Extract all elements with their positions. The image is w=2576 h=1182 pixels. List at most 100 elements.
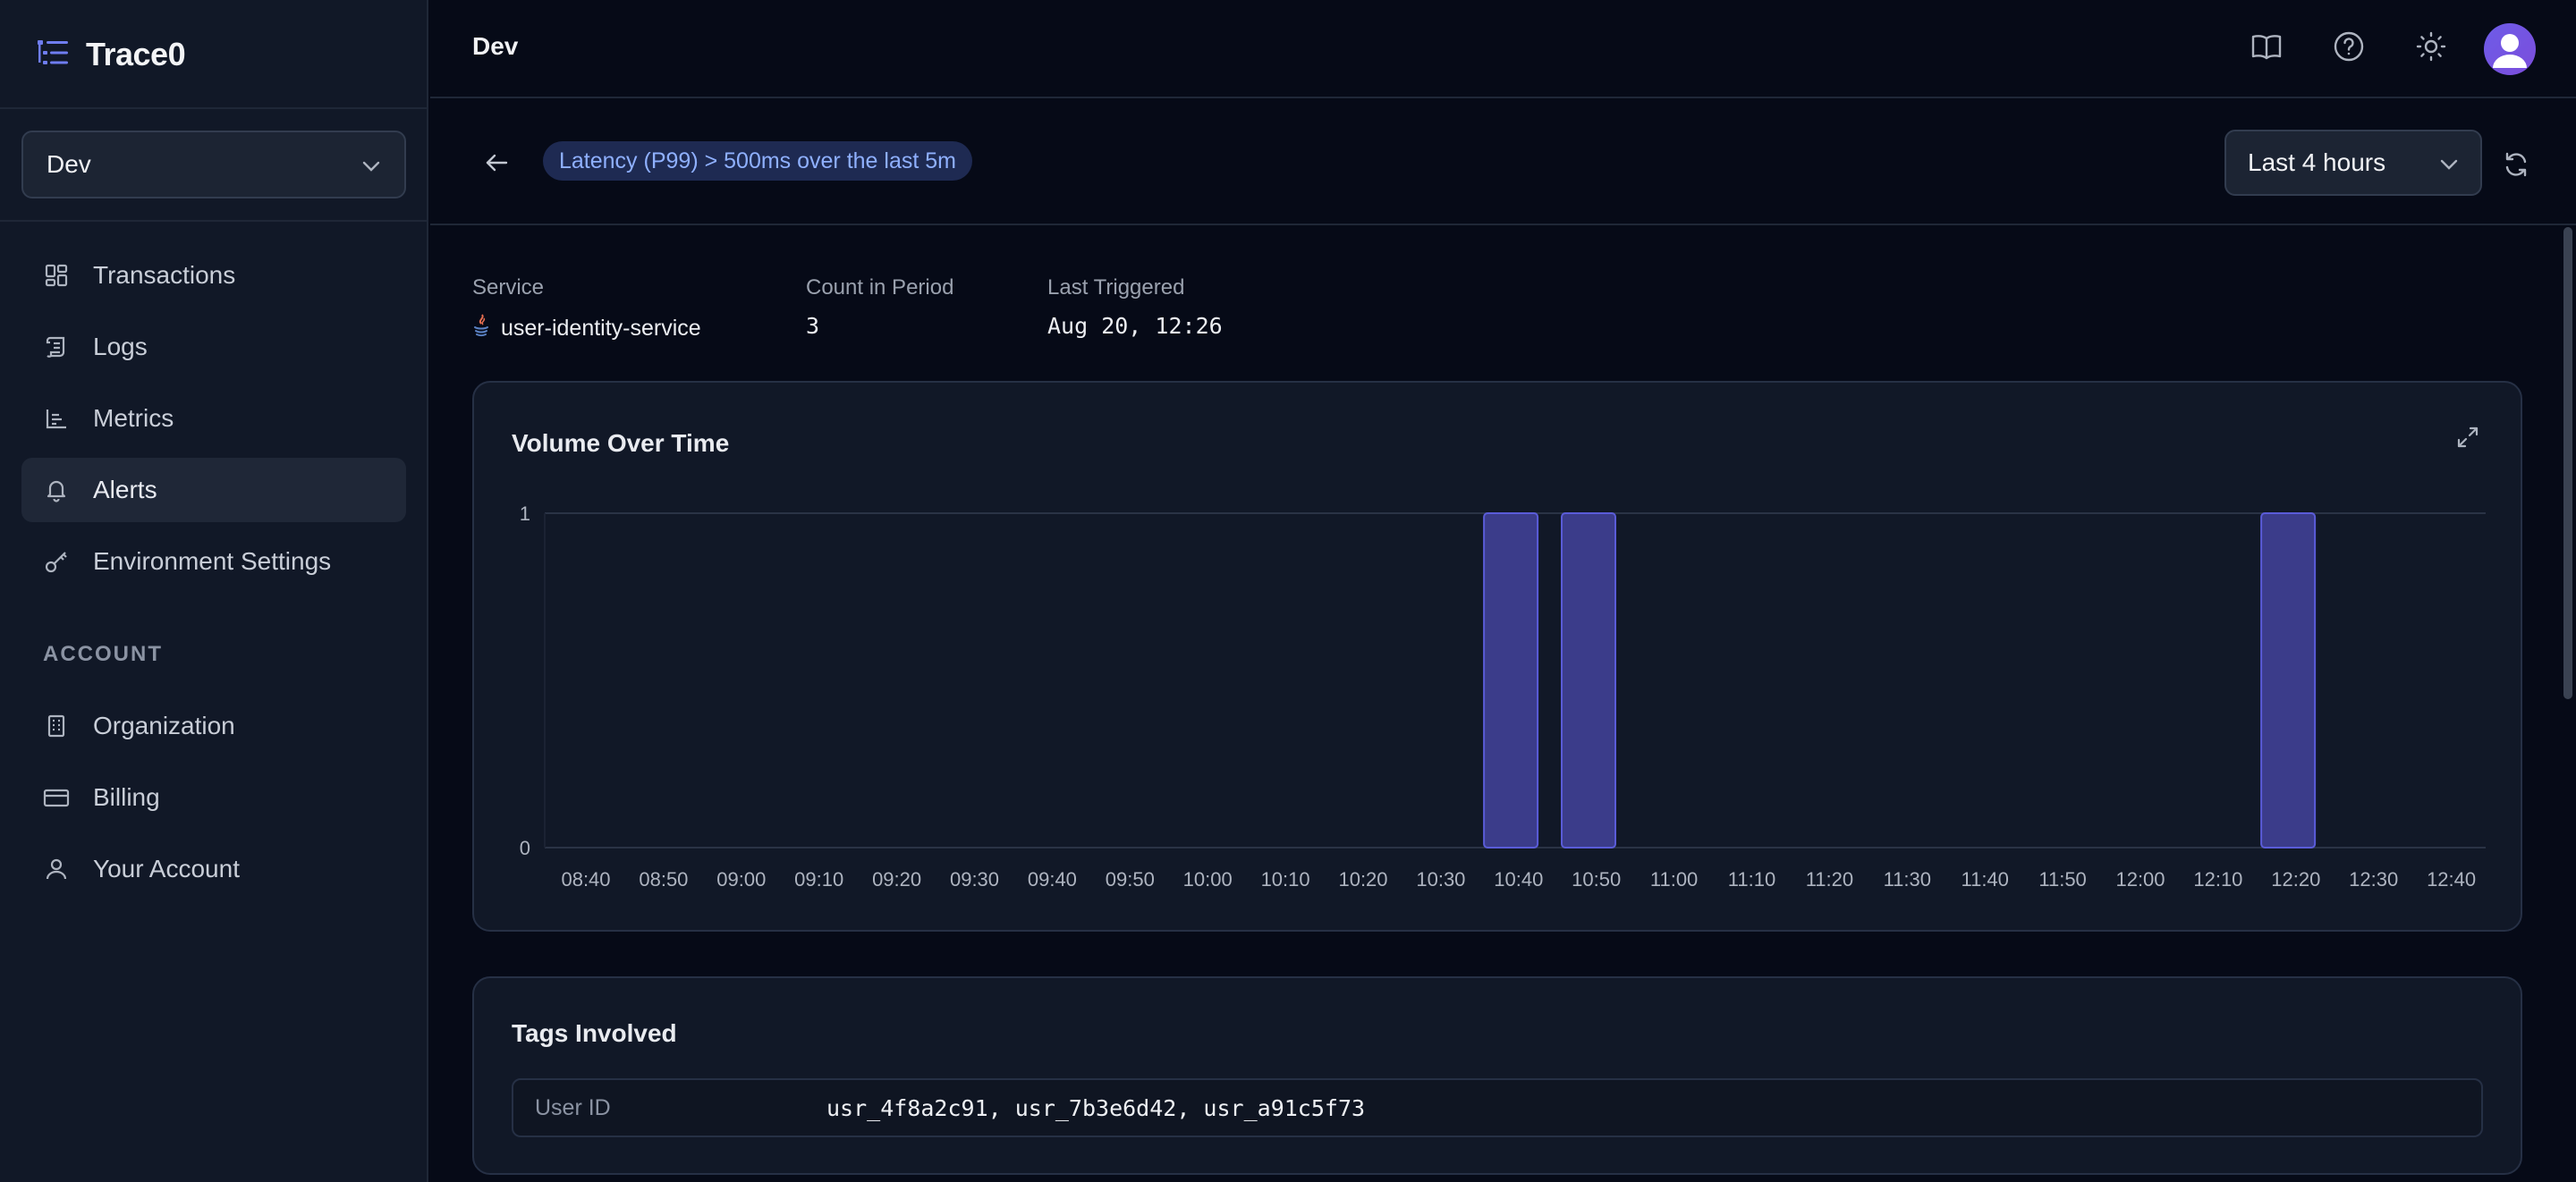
x-tick-label: 10:10 [1261,868,1310,891]
alert-name-badge: Latency (P99) > 500ms over the last 5m [543,141,972,181]
time-range-select[interactable]: Last 4 hours [2224,130,2482,196]
count-meta: Count in Period 3 [806,275,953,339]
nav-item-your-account[interactable]: Your Account [21,837,406,901]
x-tick-label: 12:40 [2427,868,2476,891]
nav-label: Alerts [93,476,157,503]
volume-chart: 0 1 08:40 08:50 09:00 09:10 09:20 09:30 09:40 09:… [520,502,2486,891]
tags-involved-card: Tags Involved User ID usr_4f8a2c91, usr_… [472,976,2522,1175]
building-icon [43,713,70,739]
page-title: Dev [472,32,519,60]
x-tick-label: 10:50 [1572,868,1621,891]
service-value-row: user-identity-service [472,313,701,344]
bar [2260,512,2317,849]
alert-header: Latency (P99) > 500ms over the last 5m L… [430,100,2576,225]
tag-value[interactable]: usr_4f8a2c91, usr_7b3e6d42, usr_a91c5f73 [826,1095,1365,1121]
x-tick-label: 11:00 [1650,868,1698,891]
bar-chart-icon [43,405,70,432]
x-tick-label: 11:50 [2038,868,2086,891]
scrollbar-thumb[interactable] [2563,227,2572,699]
bar [1483,512,1539,849]
theme-sun-icon[interactable] [2411,27,2451,66]
chevron-down-icon [2439,148,2459,177]
x-tick-label: 09:40 [1028,868,1077,891]
nav-label: Transactions [93,261,236,289]
scroll-icon [43,333,70,360]
service-name[interactable]: user-identity-service [501,316,701,342]
divider [0,220,428,222]
avatar[interactable] [2484,23,2536,75]
back-button[interactable] [480,147,513,179]
nav-label: Organization [93,712,235,739]
nav-item-transactions[interactable]: Transactions [21,243,406,308]
x-tick-label: 09:50 [1106,868,1155,891]
grid-icon [43,262,70,289]
nav-item-organization[interactable]: Organization [21,694,406,758]
last-triggered-label: Last Triggered [1047,275,1185,300]
arrow-left-icon [486,154,508,172]
nav-label: Metrics [93,404,174,432]
service-meta: Service user-identity-service [472,275,701,344]
environment-select[interactable]: Dev [21,131,406,198]
nav-item-billing[interactable]: Billing [21,765,406,830]
x-tick-label: 10:30 [1416,868,1465,891]
nav-label: Your Account [93,855,240,882]
x-tick-label: 12:30 [2349,868,2398,891]
app-root: Trace0 Dev Transactions Logs Metrics Ale… [0,0,2576,1182]
refresh-icon [2505,152,2527,177]
main-nav: Transactions Logs Metrics Alerts Environ… [21,243,406,601]
environment-value: Dev [47,150,91,178]
y-tick-label: 0 [520,837,530,859]
docs-book-icon[interactable] [2247,27,2286,66]
time-range-value: Last 4 hours [2248,148,2386,176]
x-tick-label: 12:20 [2271,868,2320,891]
list-icon [36,38,70,72]
x-tick-label: 10:00 [1183,868,1233,891]
volume-over-time-card: Volume Over Time 0 1 08:40 08:50 09:00 09:10 0… [472,381,2522,932]
key-icon [43,548,70,575]
x-tick-label: 08:40 [561,868,610,891]
x-tick-label: 09:30 [950,868,999,891]
card-title: Tags Involved [512,1019,677,1047]
count-label: Count in Period [806,275,954,300]
nav-label: Billing [93,783,160,811]
nav-label: Logs [93,333,148,360]
top-bar: Dev [430,0,2576,98]
x-tick-label: 11:30 [1884,868,1931,891]
nav-item-logs[interactable]: Logs [21,315,406,379]
nav-item-alerts[interactable]: Alerts [21,458,406,522]
tag-key: User ID [535,1094,611,1120]
x-tick-label: 09:20 [872,868,921,891]
x-tick-label: 11:10 [1728,868,1775,891]
x-tick-label: 10:40 [1494,868,1543,891]
nav-label: Environment Settings [93,547,332,575]
alert-name: Latency (P99) > 500ms over the last 5m [559,148,956,173]
account-nav: Organization Billing Your Account [21,694,406,908]
y-tick-label: 1 [520,502,530,525]
divider [0,107,428,109]
brand[interactable]: Trace0 [36,32,186,77]
x-tick-label: 09:10 [794,868,843,891]
tag-row-user-id: User ID usr_4f8a2c91, usr_7b3e6d42, usr_… [512,1078,2483,1137]
sidebar: Trace0 Dev Transactions Logs Metrics Ale… [0,0,428,1182]
account-section-label: ACCOUNT [43,642,163,666]
x-tick-label: 08:50 [639,868,688,891]
bar [1561,512,1617,849]
service-label: Service [472,275,545,300]
x-tick-label: 10:20 [1338,868,1387,891]
last-triggered-meta: Last Triggered Aug 20, 12:26 [1047,275,1223,339]
nav-item-metrics[interactable]: Metrics [21,386,406,451]
count-value: 3 [806,313,820,339]
x-tick-label: 11:20 [1806,868,1853,891]
nav-item-environment-settings[interactable]: Environment Settings [21,529,406,594]
credit-card-icon [43,784,70,811]
user-icon [43,856,70,882]
chevron-down-icon [361,150,381,179]
x-tick-label: 12:00 [2115,868,2165,891]
refresh-button[interactable] [2498,147,2534,182]
bell-icon [43,477,70,503]
x-tick-label: 09:00 [716,868,766,891]
help-icon[interactable] [2329,27,2368,66]
java-icon [472,313,490,344]
brand-name: Trace0 [86,36,186,72]
x-tick-label: 11:40 [1961,868,2008,891]
